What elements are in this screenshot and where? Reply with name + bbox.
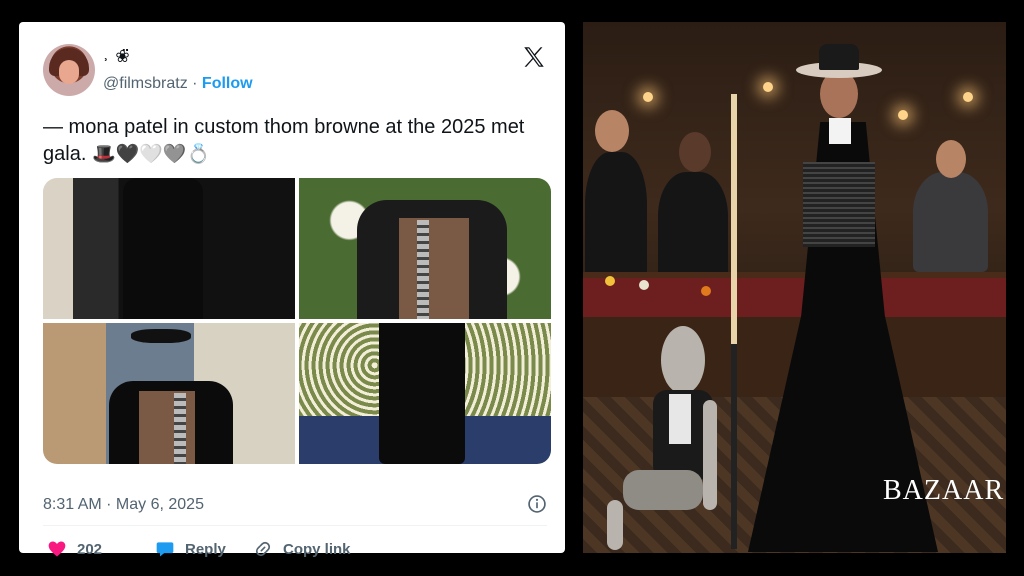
billiard-ball bbox=[639, 280, 649, 290]
billiard-ball bbox=[701, 286, 711, 296]
like-count: 202 bbox=[77, 540, 103, 558]
copy-link-label: Copy link bbox=[283, 540, 351, 558]
photo-figure bbox=[123, 178, 203, 319]
tweet-text: — mona patel in custom thom browne at th… bbox=[43, 114, 553, 168]
tweet-emojis: 🎩🖤🤍🩶💍 bbox=[91, 143, 211, 165]
info-icon[interactable] bbox=[527, 494, 547, 514]
background-man bbox=[913, 172, 988, 272]
hat-crown bbox=[819, 44, 859, 70]
background-man bbox=[585, 152, 647, 282]
display-name[interactable]: ˒ ❀̈ bbox=[103, 47, 131, 67]
photo-spine bbox=[417, 220, 429, 319]
follow-button[interactable]: Follow bbox=[202, 75, 253, 92]
media-photo-1[interactable] bbox=[43, 178, 295, 319]
separator: · bbox=[187, 75, 202, 92]
x-logo-icon[interactable] bbox=[521, 44, 547, 70]
background-man-head bbox=[936, 140, 966, 178]
media-photo-4[interactable] bbox=[299, 323, 551, 464]
background-man-head bbox=[679, 132, 711, 172]
photo-back bbox=[139, 391, 195, 464]
billiard-ball bbox=[605, 276, 615, 286]
reply-label: Reply bbox=[185, 540, 226, 558]
model-bodice bbox=[803, 162, 875, 247]
photo-hat bbox=[131, 329, 191, 343]
background-man bbox=[658, 172, 728, 282]
bazaar-watermark: BAZAAR bbox=[883, 475, 1005, 506]
photo-figure bbox=[379, 323, 465, 464]
heart-icon bbox=[48, 541, 66, 557]
chandelier-light bbox=[643, 92, 653, 102]
chandelier-light bbox=[898, 110, 908, 120]
avatar-face bbox=[59, 60, 79, 84]
link-icon bbox=[255, 541, 271, 557]
media-photo-3[interactable] bbox=[43, 323, 295, 464]
dog-sculpture bbox=[607, 326, 717, 550]
like-button[interactable]: 202 bbox=[47, 539, 102, 559]
copy-link-button[interactable]: Copy link bbox=[253, 539, 351, 559]
media-grid bbox=[43, 178, 551, 464]
model-collar bbox=[829, 118, 851, 144]
photo-back bbox=[399, 218, 469, 319]
handle-row: @filmsbratz · Follow bbox=[103, 75, 253, 93]
reply-bubble-icon bbox=[156, 542, 174, 557]
bazaar-photo: BAZAAR bbox=[583, 22, 1006, 553]
avatar[interactable] bbox=[43, 44, 95, 96]
chandelier-light bbox=[963, 92, 973, 102]
handle[interactable]: @filmsbratz bbox=[103, 75, 188, 92]
background-man-head bbox=[595, 110, 629, 152]
tweet-card: ˒ ❀̈ @filmsbratz · Follow — mona patel i… bbox=[19, 22, 565, 558]
tweet-timestamp[interactable]: 8:31 AM · May 6, 2025 bbox=[43, 496, 204, 514]
chandelier-light bbox=[763, 82, 773, 92]
reply-button[interactable]: Reply bbox=[155, 539, 226, 559]
divider bbox=[43, 525, 547, 526]
media-photo-2[interactable] bbox=[299, 178, 551, 319]
photo-spine bbox=[174, 393, 186, 464]
